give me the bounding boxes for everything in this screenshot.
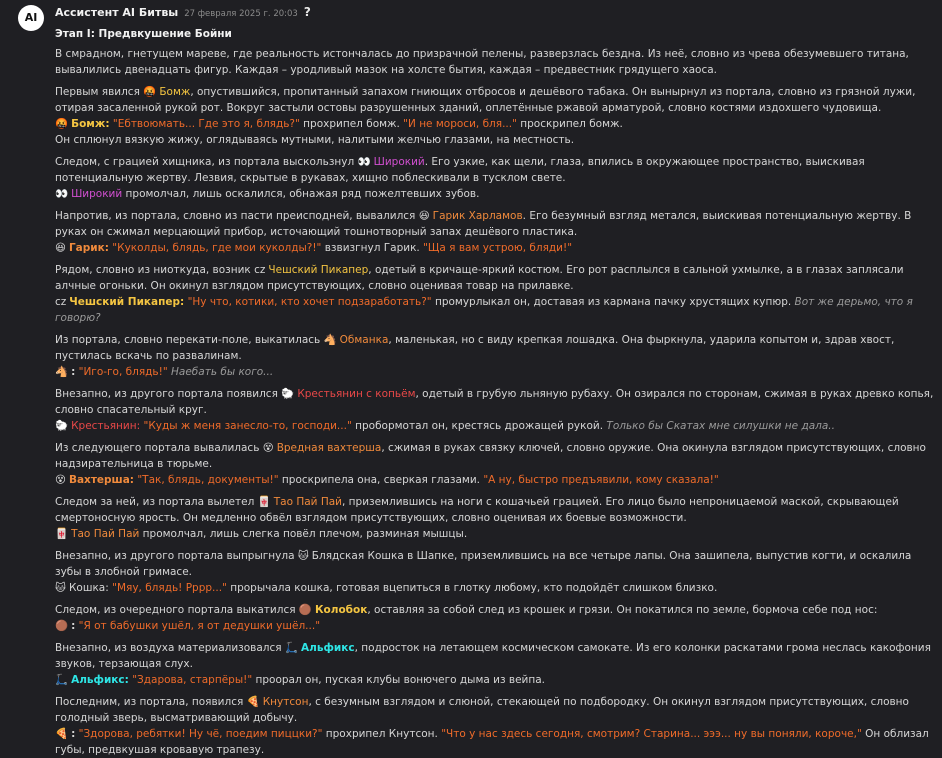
paragraph-alfiks: Внезапно, из воздуха материализовался 🛴 А… [55,642,931,686]
paragraph-obmanka: Из портала, словно перекати-поле, выкати… [55,334,895,378]
intro-paragraph: В смрадном, гнетущем мареве, где реально… [55,48,909,76]
message: AI Ассистент AI Битвы 27 февраля 2025 г.… [0,0,942,758]
paragraph-pikaper: Рядом, словно из ниоткуда, возник cz Чешс… [55,264,913,324]
help-icon[interactable]: ? [304,4,311,20]
czech-flag-icon: cz [55,296,67,308]
paragraph-bomzh: Первым явился 🤬 Бомж, опустившийся, пропи… [55,86,916,146]
czech-flag-icon: cz [254,264,266,276]
pizza-icon: 🍕 [246,696,260,708]
stage-title: Этап I: Предвкушение Бойни [55,28,232,40]
cat-icon: 🐱 [55,582,66,594]
angry-face-icon: 🤬 [55,118,69,130]
paragraph-knutson: Последним, из портала, появился 🍕 Кнутсон… [55,696,929,756]
laughing-face-icon: 😆 [418,210,430,222]
sheep-icon: 🐑 [55,420,69,432]
mahjong-tile-icon: 🀄 [257,496,271,508]
paragraph-garik: Напротив, из портала, словно из пасти пр… [55,210,912,254]
name-knutson: Кнутсон [262,696,309,708]
paragraph-shirokiy: Следом, с грацией хищника, из портала вы… [55,156,865,200]
horse-icon: 🐴 [55,366,69,378]
name-obmanka: Обманка [339,334,389,346]
scooter-icon: 🛴 [55,674,69,686]
name-garik: Гарик Харламов [432,210,523,222]
name-pikaper: Чешский Пикапер [268,264,369,276]
avatar-text: AI [24,11,38,24]
name-bomzh: Бомж [159,86,191,98]
bread-ball-icon: 🟤 [298,604,312,616]
horse-icon: 🐴 [323,334,337,346]
face-icon: 😵 [55,474,66,486]
face-icon: 😵 [262,442,274,454]
name-shirokiy: Широкий [373,156,425,168]
scooter-icon: 🛴 [284,642,299,654]
paragraph-koshka: Внезапно, из другого портала выпрыгнула … [55,550,912,594]
paragraph-vahtersha: Из следующего портала вывалилась 😵 Вредна… [55,442,926,486]
eyes-icon: 👀 [357,156,371,168]
mahjong-tile-icon: 🀄 [55,528,69,540]
pizza-icon: 🍕 [55,728,69,740]
eyes-icon: 👀 [55,188,69,200]
author-name[interactable]: Ассистент AI Битвы [55,5,178,21]
timestamp: 27 февраля 2025 г. 20:03 [184,9,298,19]
name-vahtersha: Вредная вахтерша [276,442,382,454]
bread-ball-icon: 🟤 [55,620,69,632]
message-header: Ассистент AI Битвы 27 февраля 2025 г. 20… [55,4,934,20]
name-koshka: Блядская Кошка в Шапке [311,550,454,562]
paragraph-krestyanin: Внезапно, из другого портала появился 🐑 К… [55,388,934,432]
cat-icon: 🐱 [297,550,309,562]
bot-avatar[interactable]: AI [18,5,44,31]
sheep-icon: 🐑 [281,388,295,400]
paragraph-tao: Следом за ней, из портала вылетел 🀄 Тао П… [55,496,899,540]
angry-face-icon: 🤬 [143,86,157,98]
name-tao: Тао Пай Пай [273,496,342,508]
paragraph-kolobok: Следом, из очередного портала выкатился … [55,604,878,632]
name-alfiks: Альфикс [301,642,355,654]
name-krestyanin: Крестьянин с копьём [297,388,416,400]
name-kolobok: Колобок [314,604,368,616]
laughing-face-icon: 😆 [55,242,66,254]
